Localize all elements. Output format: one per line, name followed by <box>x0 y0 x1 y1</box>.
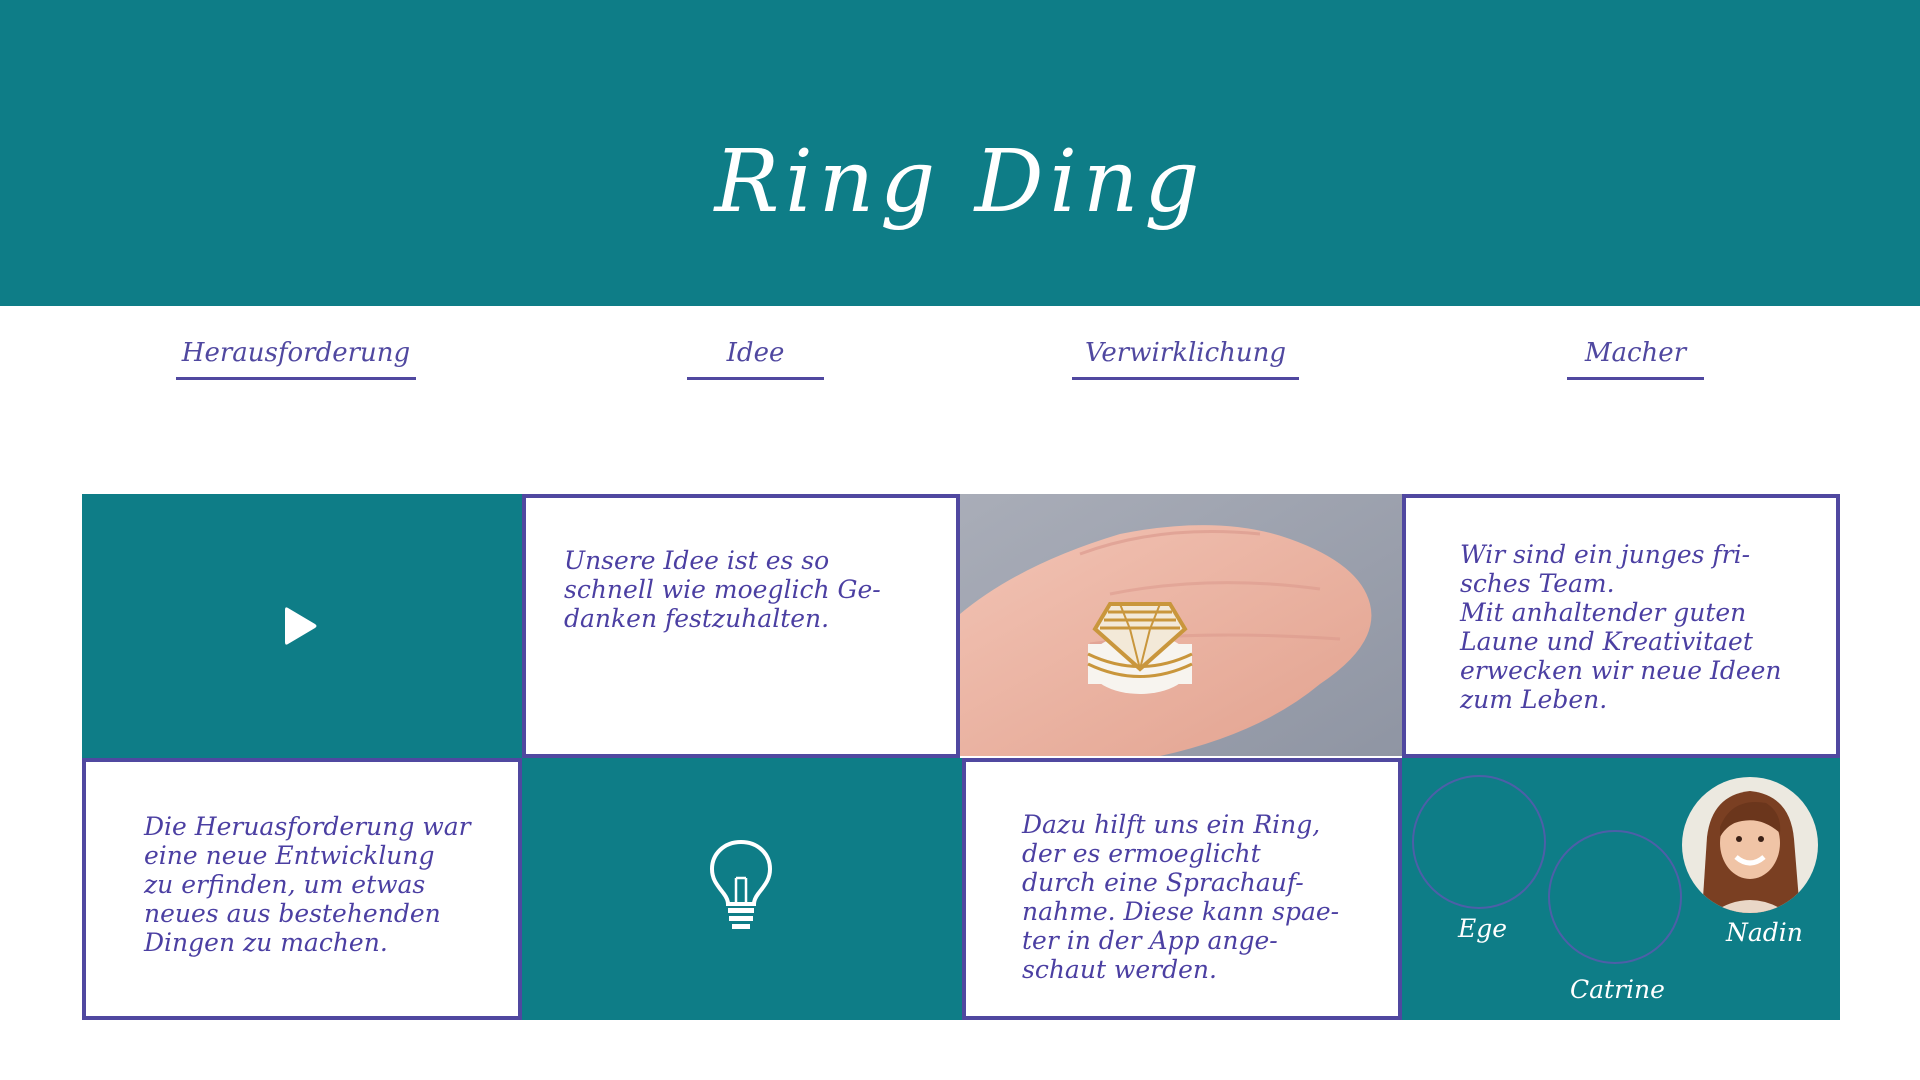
macher-card: Wir sind ein junges fri- sches Team. Mit… <box>1402 494 1840 758</box>
team-name-catrine: Catrine <box>1570 975 1665 1004</box>
verwirklichung-text: Dazu hilft uns ein Ring, der es ermoegli… <box>1022 810 1340 984</box>
site-title: Ring Ding <box>714 132 1206 232</box>
herausforderung-card: Die Heruasforderung war eine neue Entwic… <box>82 758 522 1020</box>
nav-link-herausforderung[interactable]: Herausforderung <box>176 335 416 380</box>
herausforderung-text: Die Heruasforderung war eine neue Entwic… <box>144 812 471 957</box>
macher-text: Wir sind ein junges fri- sches Team. Mit… <box>1460 540 1782 714</box>
team-name-ege: Ege <box>1458 914 1508 943</box>
team-photo-ege[interactable] <box>1412 775 1546 909</box>
idee-text: Unsere Idee ist es so schnell wie moegli… <box>564 546 881 633</box>
team-name-nadin: Nadin <box>1726 918 1803 947</box>
nav-link-idee[interactable]: Idee <box>687 335 824 380</box>
team-photo-catrine[interactable] <box>1548 830 1682 964</box>
nav-link-macher[interactable]: Macher <box>1567 335 1704 380</box>
play-icon[interactable] <box>284 606 318 646</box>
header-banner: Ring Ding <box>0 0 1920 306</box>
ring-photo <box>960 494 1402 756</box>
idee-card: Unsere Idee ist es so schnell wie moegli… <box>522 494 960 758</box>
avatar-nadin[interactable] <box>1682 777 1818 913</box>
nav-link-verwirklichung[interactable]: Verwirklichung <box>1072 335 1299 380</box>
verwirklichung-card: Dazu hilft uns ein Ring, der es ermoegli… <box>962 758 1402 1020</box>
lightbulb-icon <box>709 839 773 929</box>
